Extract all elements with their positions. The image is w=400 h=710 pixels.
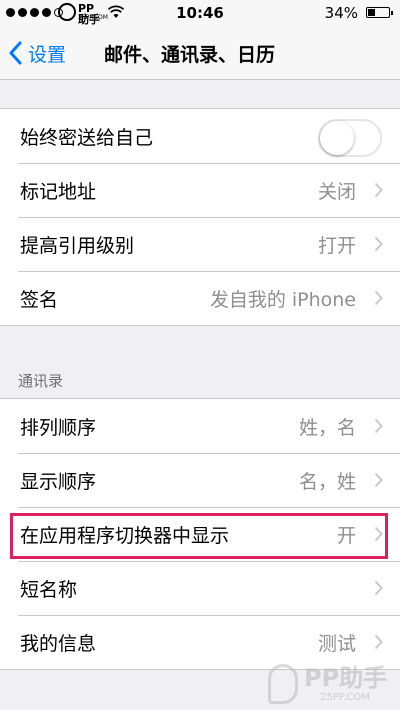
always-bcc-self-toggle[interactable]: [318, 119, 382, 157]
watermark-subtext: 25PP.COM: [320, 692, 370, 703]
sort-order-row[interactable]: 排列顺序 姓，名: [0, 399, 400, 453]
show-in-app-switcher-row[interactable]: 在应用程序切换器中显示 开: [0, 507, 400, 561]
signature-row[interactable]: 签名 发自我的 iPhone: [0, 271, 400, 325]
mark-addresses-value: 关闭: [317, 180, 356, 203]
display-order-row[interactable]: 显示顺序 名，姓: [0, 453, 400, 507]
watermark-text: PP助手: [304, 664, 388, 692]
always-bcc-self-label: 始终密送给自己: [20, 126, 154, 149]
pp-watermark-icon: [268, 664, 298, 704]
short-name-label: 短名称: [20, 578, 78, 601]
chevron-left-icon: [9, 41, 22, 65]
increase-quote-level-row[interactable]: 提高引用级别 打开: [0, 217, 400, 271]
chevron-right-icon: [374, 290, 383, 306]
chevron-right-icon: [374, 236, 383, 252]
mark-addresses-row[interactable]: 标记地址 关闭: [0, 163, 400, 217]
contacts-settings-group: 排列顺序 姓，名 显示顺序 名，姓 在应用程序切换器中显示 开 短名称 我的信息…: [0, 398, 400, 670]
show-in-app-switcher-value: 开: [336, 524, 356, 547]
battery-percentage: 34%: [324, 4, 358, 22]
my-info-value: 测试: [317, 632, 356, 655]
back-button-label: 设置: [28, 43, 67, 66]
back-button[interactable]: 设置: [8, 38, 66, 68]
battery-icon: [366, 7, 393, 18]
chevron-right-icon: [374, 472, 383, 488]
chevron-right-icon: [374, 634, 383, 650]
navigation-bar: 设置 邮件、通讯录、日历: [0, 26, 400, 80]
mail-settings-group: 始终密送给自己 标记地址 关闭 提高引用级别 打开 签名 发自我的 iPhone: [0, 108, 400, 326]
mark-addresses-label: 标记地址: [20, 180, 97, 203]
always-bcc-self-row: 始终密送给自己: [0, 109, 400, 163]
display-order-label: 显示顺序: [20, 470, 97, 493]
sort-order-label: 排列顺序: [20, 416, 97, 439]
status-bar: PP助手 25PP.COM 10:46 34%: [0, 0, 400, 26]
signature-value: 发自我的 iPhone: [209, 288, 356, 311]
increase-quote-level-label: 提高引用级别: [20, 234, 135, 257]
short-name-row[interactable]: 短名称: [0, 561, 400, 615]
display-order-value: 名，姓: [298, 470, 356, 493]
my-info-label: 我的信息: [20, 632, 97, 655]
signature-label: 签名: [20, 288, 59, 311]
toggle-knob: [320, 121, 354, 155]
battery-level: [368, 9, 375, 16]
my-info-row[interactable]: 我的信息 测试: [0, 615, 400, 669]
chevron-right-icon: [374, 580, 383, 596]
chevron-right-icon: [374, 182, 383, 198]
watermark: PP助手 25PP.COM: [268, 664, 394, 708]
contacts-section-header: 通讯录: [18, 372, 64, 390]
chevron-right-icon: [374, 526, 383, 542]
increase-quote-level-value: 打开: [317, 234, 356, 257]
show-in-app-switcher-label: 在应用程序切换器中显示: [20, 524, 230, 547]
page-title: 邮件、通讯录、日历: [104, 44, 276, 66]
chevron-right-icon: [374, 418, 383, 434]
sort-order-value: 姓，名: [298, 416, 356, 439]
